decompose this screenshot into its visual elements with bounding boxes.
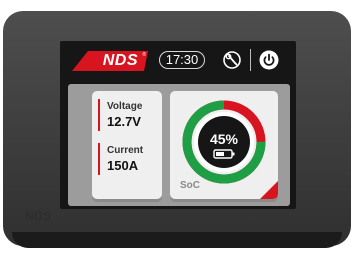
logo-registered-mark: ®	[142, 52, 146, 58]
soc-label: SoC	[180, 180, 200, 191]
gear-wrench-icon[interactable]	[222, 50, 242, 70]
soc-percent: 45%	[210, 131, 239, 147]
display-screen: NDS ® 17:30 Voltage 12.7V Current 150A 4…	[60, 41, 296, 209]
device-brand-mark: NDS	[25, 209, 52, 223]
voltage-accent-bar	[98, 99, 100, 131]
top-bar: NDS ® 17:30	[60, 41, 296, 79]
nds-logo: NDS ®	[72, 51, 148, 71]
soc-card[interactable]: 45% SoC	[170, 91, 278, 199]
voltage-label: Voltage	[107, 101, 143, 112]
current-label: Current	[107, 145, 144, 156]
topbar-divider	[250, 49, 251, 71]
power-icon[interactable]	[259, 50, 279, 70]
voltage-value: 12.7V	[107, 114, 141, 129]
soc-gauge: 45%	[182, 100, 266, 184]
clock-display[interactable]: 17:30	[159, 51, 205, 69]
content-panel: Voltage 12.7V Current 150A 45% SoC	[68, 84, 290, 206]
current-accent-bar	[98, 143, 100, 175]
logo-text: NDS	[102, 52, 138, 69]
metrics-card[interactable]: Voltage 12.7V Current 150A	[92, 91, 162, 199]
current-value: 150A	[107, 158, 139, 173]
device-base-shadow	[12, 232, 342, 248]
